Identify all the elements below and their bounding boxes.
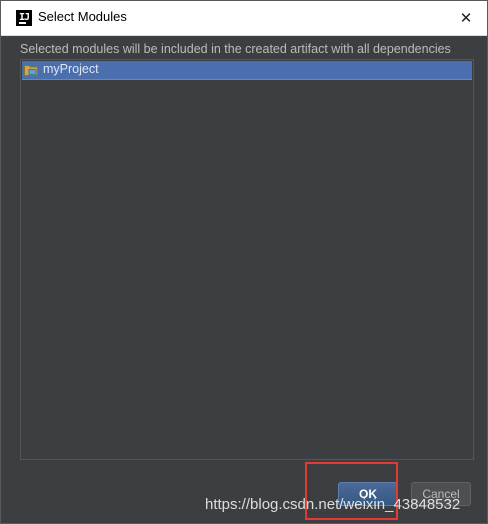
select-modules-dialog: IJ Select Modules ✕ Selected modules wil… xyxy=(0,0,488,524)
module-list[interactable]: myProject xyxy=(20,59,474,460)
list-item-myproject[interactable]: myProject xyxy=(22,61,472,80)
footer-buttons: OK Cancel xyxy=(1,471,487,523)
intellij-logo-icon: IJ xyxy=(16,10,32,26)
ok-button[interactable]: OK xyxy=(338,482,398,506)
cancel-button[interactable]: Cancel xyxy=(411,482,471,506)
close-button[interactable]: ✕ xyxy=(455,7,477,29)
module-folder-icon xyxy=(24,65,38,76)
close-icon: ✕ xyxy=(459,9,473,27)
description-text: Selected modules will be included in the… xyxy=(20,42,451,56)
dialog-title: Select Modules xyxy=(38,9,127,24)
list-item-label: myProject xyxy=(43,62,99,76)
title-bar[interactable]: IJ Select Modules ✕ xyxy=(1,1,487,36)
